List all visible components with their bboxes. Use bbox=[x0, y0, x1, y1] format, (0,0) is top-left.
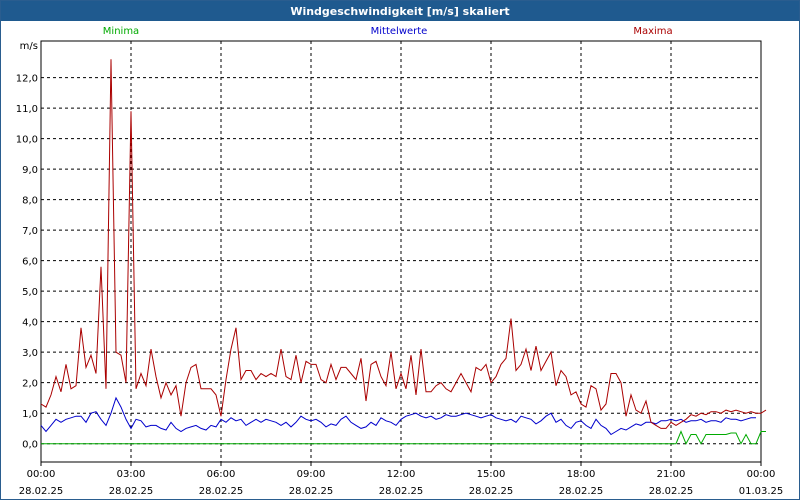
x-tick-time-label: 18:00 bbox=[567, 469, 596, 480]
chart-title: Windgeschwindigkeit [m/s] skaliert bbox=[290, 4, 510, 18]
y-tick-label: 6,0 bbox=[22, 257, 38, 268]
series-line-minima bbox=[41, 430, 766, 445]
legend-minima: Minima bbox=[103, 26, 139, 37]
x-tick-time-label: 21:00 bbox=[657, 469, 686, 480]
y-tick-label: 5,0 bbox=[22, 287, 38, 298]
x-tick-date-label: 28.02.25 bbox=[469, 486, 514, 497]
x-tick-date-label: 28.02.25 bbox=[199, 486, 244, 497]
legend-mittelwerte: Mittelwerte bbox=[371, 26, 428, 37]
chart-window: Windgeschwindigkeit [m/s] skaliert 0,0 1,… bbox=[0, 0, 800, 500]
y-axis-label: m/s bbox=[20, 41, 38, 52]
x-tick-date-label: 28.02.25 bbox=[649, 486, 694, 497]
y-tick-label: 12,0 bbox=[16, 74, 38, 85]
x-tick-date-label: 01.03.25 bbox=[739, 486, 784, 497]
y-tick-label: 4,0 bbox=[22, 318, 38, 329]
y-tick-label: 3,0 bbox=[22, 348, 38, 359]
series-line-maxima bbox=[40, 59, 767, 429]
y-tick-label: 9,0 bbox=[22, 165, 38, 176]
x-tick-time-label: 15:00 bbox=[477, 469, 506, 480]
y-tick-label: 7,0 bbox=[22, 226, 38, 237]
wind-speed-chart: 0,0 1,0 2,0 3,0 4,0 5,0 6,0 7,0 8,0 9,0 10,0 11,0 12… bbox=[16, 26, 784, 497]
x-tick-time-label: 09:00 bbox=[297, 469, 326, 480]
x-tick-date-label: 28.02.25 bbox=[109, 486, 154, 497]
y-tick-label: 1,0 bbox=[22, 409, 38, 420]
y-tick-label: 2,0 bbox=[22, 379, 38, 390]
x-tick-date-label: 28.02.25 bbox=[289, 486, 334, 497]
x-tick-time-label: 00:00 bbox=[27, 469, 56, 480]
x-tick-time-label: 03:00 bbox=[117, 469, 146, 480]
y-tick-label: 10,0 bbox=[16, 135, 38, 146]
x-tick-date-label: 28.02.25 bbox=[559, 486, 604, 497]
x-tick-time-label: 12:00 bbox=[387, 469, 416, 480]
y-tick-label: 0,0 bbox=[22, 440, 38, 451]
y-tick-label: 11,0 bbox=[16, 104, 38, 115]
y-tick-label: 8,0 bbox=[22, 196, 38, 207]
x-tick-date-label: 28.02.25 bbox=[379, 486, 424, 497]
series-line-mittelwerte bbox=[40, 396, 756, 436]
window-title-bar: Windgeschwindigkeit [m/s] skaliert bbox=[1, 1, 799, 21]
legend-maxima: Maxima bbox=[633, 26, 672, 37]
x-tick-time-label: 06:00 bbox=[207, 469, 236, 480]
x-tick-time-label: 00:00 bbox=[747, 469, 776, 480]
x-tick-date-label: 28.02.25 bbox=[19, 486, 64, 497]
